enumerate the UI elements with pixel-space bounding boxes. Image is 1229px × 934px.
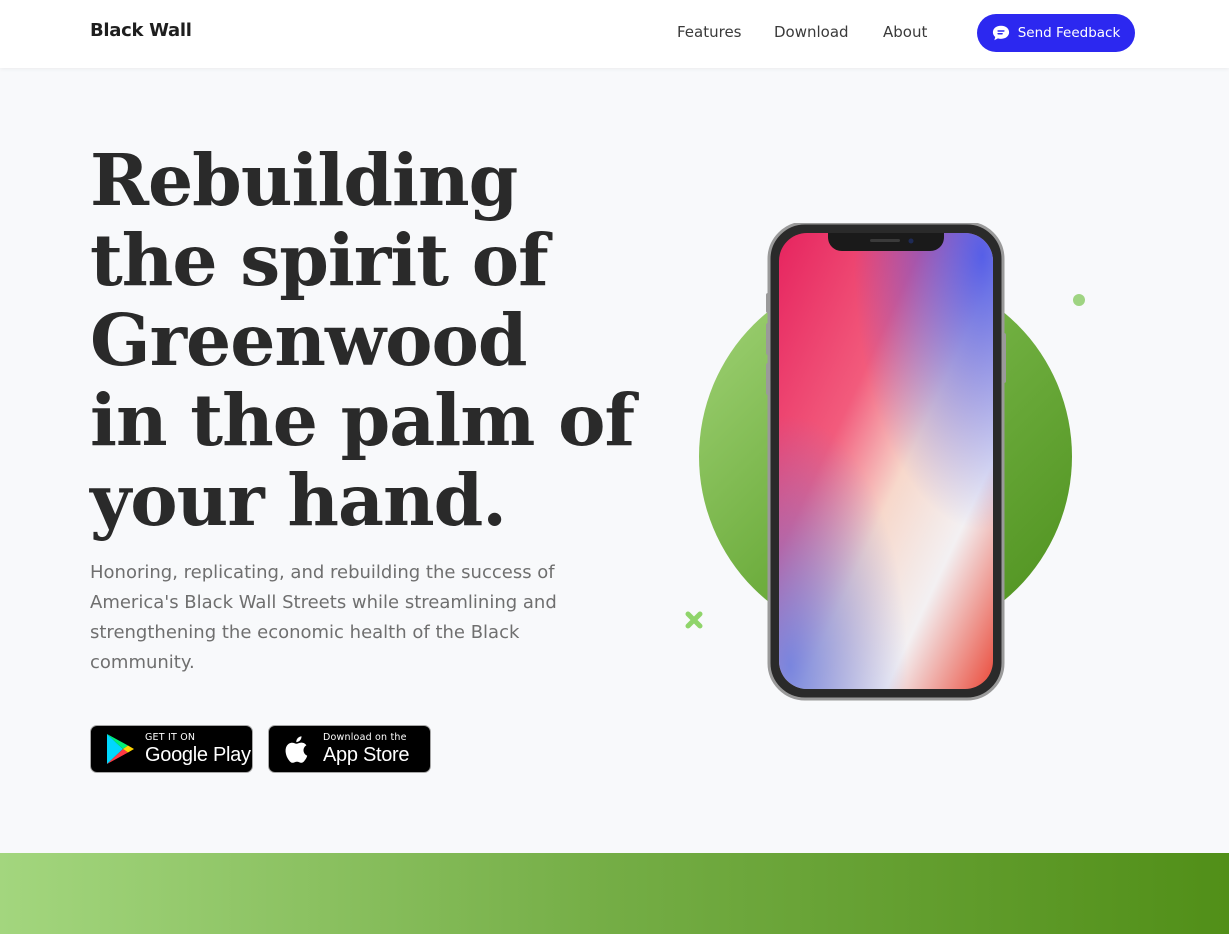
apple-icon [285, 736, 308, 763]
hero-title-line: the spirit of [90, 218, 549, 302]
nav-link-about[interactable]: About [883, 23, 927, 41]
hero-subtitle: Honoring, replicating, and rebuilding th… [90, 562, 557, 673]
nav-link-features[interactable]: Features [677, 23, 742, 41]
app-store-big-label: App Store [323, 744, 410, 767]
green-dot-decoration [1073, 294, 1085, 306]
send-feedback-label: Send Feedback [1017, 25, 1121, 41]
chat-bubble-icon [992, 25, 1009, 41]
hero-title-line: in the palm of [90, 378, 635, 462]
top-navbar: Black Wall Features Download About Send … [0, 0, 1229, 68]
send-feedback-button[interactable]: Send Feedback [977, 14, 1135, 52]
google-play-icon [107, 734, 134, 764]
app-store-button[interactable]: Download on the App Store [268, 725, 431, 773]
smartphone-mockup [766, 223, 1006, 701]
brand-logo[interactable]: Black Wall [90, 20, 192, 41]
hero-title-line: Rebuilding [90, 138, 518, 222]
hero-title: Rebuilding the spirit of Greenwood in th… [90, 140, 650, 540]
hero-title-line: Greenwood [90, 298, 527, 382]
green-gradient-section [0, 853, 1229, 934]
nav-link-download[interactable]: Download [774, 23, 849, 41]
google-play-small-label: GET IT ON [145, 731, 196, 743]
google-play-big-label: Google Play [145, 744, 251, 767]
hero-title-line: your hand. [90, 458, 507, 542]
x-mark-decoration-icon [685, 611, 703, 629]
app-store-small-label: Download on the [323, 731, 407, 743]
google-play-button[interactable]: GET IT ON Google Play [90, 725, 253, 773]
